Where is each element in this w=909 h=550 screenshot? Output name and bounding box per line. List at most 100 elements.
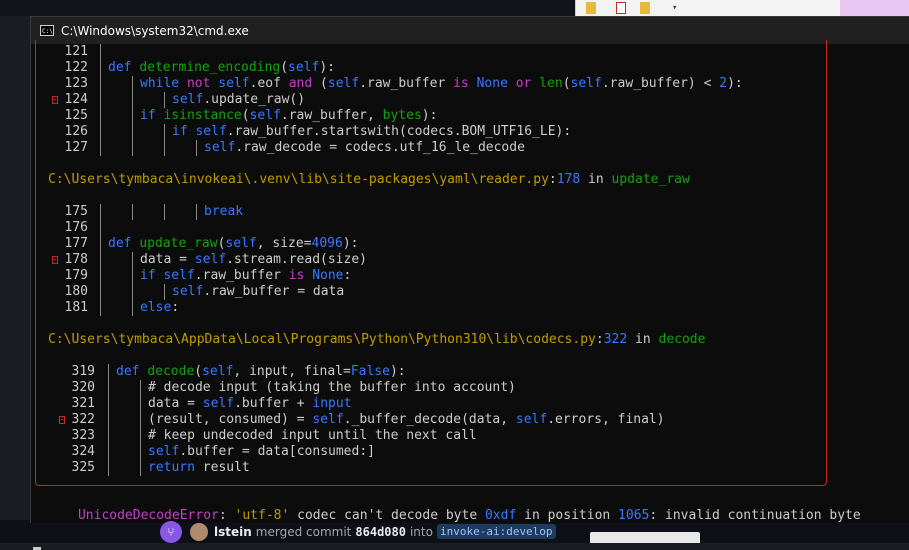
indent-guide — [132, 92, 133, 108]
merge-icon: ⑂ — [160, 520, 182, 543]
console-output[interactable]: 121 122 def determine_encoding(self): 123 wh… — [31, 40, 909, 550]
indent-guide — [132, 140, 133, 156]
path-file: C:\Users\tymbaca\invokeai\.venv\lib\site… — [48, 172, 549, 187]
gutter-separator — [100, 204, 101, 220]
code-token: # decode input (taking the buffer into a… — [148, 380, 516, 395]
code-token: def — [108, 60, 140, 75]
indent-guide — [132, 204, 133, 220]
gutter-separator — [100, 140, 101, 156]
github-commit[interactable]: 864d080 — [355, 525, 406, 539]
code-token: result — [202, 460, 250, 475]
code-token: is — [288, 268, 313, 283]
code-token: .buffer = data[consumed:] — [179, 444, 375, 459]
code-token: self — [312, 412, 344, 427]
line-number: 125 — [64, 108, 88, 123]
path-file: C:\Users\tymbaca\AppData\Local\Programs\… — [48, 332, 596, 347]
code-line: 324 self.buffer = data[consumed:] — [31, 444, 821, 460]
code-token: self — [218, 76, 250, 91]
code-token: None — [476, 76, 516, 91]
gutter-separator — [108, 380, 109, 396]
code-token: ): — [727, 76, 743, 91]
indent-guide — [164, 140, 165, 156]
code-token: .buffer + — [234, 396, 313, 411]
code-token: ): — [319, 60, 335, 75]
code-token: data = — [148, 396, 203, 411]
line-number: 126 — [64, 124, 88, 139]
code-text: if self.raw_buffer.startswith(codecs.BOM… — [172, 124, 571, 140]
code-token: ( — [562, 76, 571, 91]
code-token: (result, consumed) = — [148, 412, 313, 427]
line-number: 325 — [71, 460, 95, 475]
code-line: 176 — [31, 220, 821, 236]
code-token: self — [172, 92, 204, 107]
code-token: if — [172, 124, 196, 139]
line-number: 322 — [71, 412, 95, 427]
line-number: 175 — [64, 204, 88, 219]
folder-icon[interactable] — [640, 2, 650, 14]
code-token: is — [453, 76, 477, 91]
dropdown-icon[interactable]: ▾ — [672, 2, 682, 14]
checklist-icon[interactable] — [616, 2, 626, 14]
code-text: data = self.stream.read(size) — [140, 252, 367, 268]
code-token: 2 — [719, 76, 728, 91]
line-number: 181 — [64, 300, 88, 315]
code-token: self — [163, 268, 195, 283]
code-token: ): — [342, 236, 359, 251]
code-line: 322 (result, consumed) = self._buffer_dec… — [31, 412, 821, 428]
code-text: def update_raw(self, size=4096): — [108, 236, 359, 252]
code-line: 124 self.update_raw() — [31, 92, 821, 108]
line-number: 324 — [71, 444, 95, 459]
code-line: 178 data = self.stream.read(size) — [31, 252, 821, 268]
code-token: , input, final= — [233, 364, 351, 379]
line-number: 176 — [64, 220, 88, 235]
github-activity-item[interactable]: ⑂ lstein merged commit 864d080 into invo… — [160, 520, 580, 543]
path-in: in — [580, 172, 612, 187]
code-token: self — [202, 364, 234, 379]
code-text: # keep undecoded input until the next ca… — [148, 428, 477, 444]
code-token: update_raw — [139, 236, 218, 251]
path-line: 178 — [556, 172, 581, 187]
code-line: 323 # keep undecoded input until the next… — [31, 428, 821, 444]
window-title: C:\Windows\system32\cmd.exe — [61, 23, 249, 38]
indent-guide — [164, 92, 165, 108]
gutter-separator — [108, 396, 109, 412]
gutter-separator — [100, 236, 101, 252]
code-token: .raw_buffer — [359, 76, 454, 91]
code-token: self — [195, 124, 227, 139]
gutter-separator — [100, 268, 101, 284]
code-token: .update_raw() — [203, 92, 306, 107]
avatar[interactable] — [190, 522, 208, 541]
gutter-separator — [100, 124, 101, 140]
code-token: else — [140, 300, 172, 315]
code-line: 179 if self.raw_buffer is None: — [31, 268, 821, 284]
code-text: # decode input (taking the buffer into a… — [148, 380, 516, 396]
indent-guide — [132, 124, 133, 140]
line-number: 178 — [64, 252, 88, 267]
line-number: 121 — [64, 44, 88, 59]
code-token: not — [186, 76, 219, 91]
cmd-window[interactable]: C:\ C:\Windows\system32\cmd.exe 121 122 de… — [30, 16, 909, 550]
path-sep: : — [595, 332, 604, 347]
code-token: ( — [241, 108, 250, 123]
code-token: ( — [194, 364, 203, 379]
line-number: 123 — [64, 76, 88, 91]
github-action: merged commit — [255, 524, 352, 539]
github-user[interactable]: lstein — [214, 525, 252, 539]
code-token: # keep undecoded input until the next ca… — [148, 428, 477, 443]
code-token: self — [202, 396, 235, 411]
desktop-window-strip — [840, 0, 909, 16]
path-func: decode — [658, 332, 706, 347]
code-token: self — [515, 412, 548, 427]
indent-guide — [164, 204, 165, 220]
gutter-separator — [108, 444, 109, 460]
code-token: if — [140, 268, 164, 283]
path-line: 322 — [603, 332, 628, 347]
code-token: self — [204, 140, 236, 155]
code-line: 181 else: — [31, 300, 821, 316]
code-token: ( — [312, 76, 328, 91]
code-text: break — [204, 204, 243, 220]
code-token: while — [140, 76, 187, 91]
indent-guide — [132, 108, 133, 124]
folder-icon[interactable] — [586, 2, 596, 14]
github-branch[interactable]: invoke-ai:develop — [436, 524, 556, 539]
